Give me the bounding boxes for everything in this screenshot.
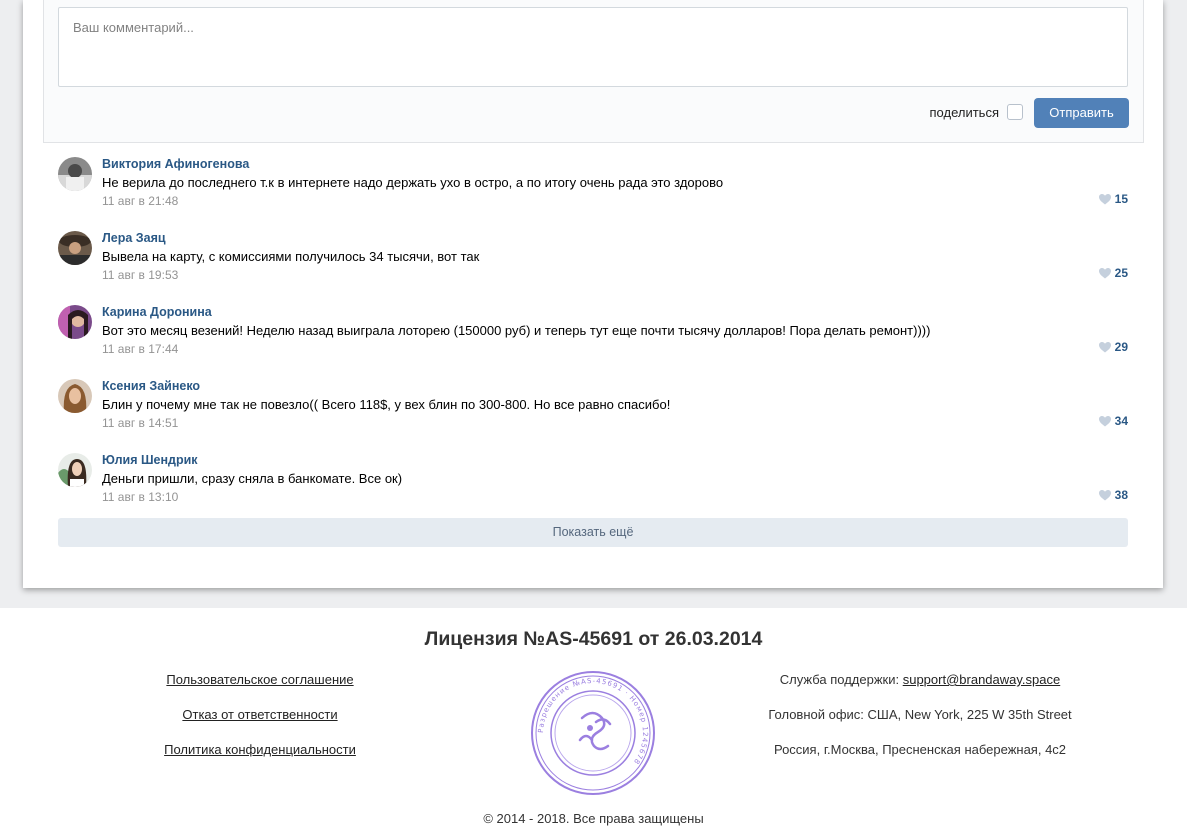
comments-card: поделиться Отправить Виктория Афиногенов… — [23, 0, 1163, 588]
send-button[interactable]: Отправить — [1034, 98, 1129, 128]
comment-list: Виктория Афиногенова Не верила до послед… — [58, 150, 1128, 520]
comment-composer: поделиться Отправить — [43, 0, 1144, 143]
support-email-link[interactable]: support@brandaway.space — [903, 672, 1061, 687]
avatar[interactable] — [58, 157, 92, 191]
comment-input[interactable] — [58, 7, 1128, 87]
heart-icon — [1098, 489, 1111, 500]
avatar[interactable] — [58, 379, 92, 413]
footer: Лицензия №AS-45691 от 26.03.2014 Пользов… — [0, 608, 1187, 834]
share-toggle[interactable]: поделиться — [930, 104, 1023, 120]
like-button[interactable]: 38 — [1098, 488, 1128, 502]
like-button[interactable]: 15 — [1098, 192, 1128, 206]
office-us: Головной офис: США, New York, 225 W 35th… — [768, 707, 1072, 722]
comment-author[interactable]: Виктория Афиногенова — [102, 157, 1128, 172]
support-line: Служба поддержки: support@brandaway.spac… — [730, 671, 1110, 706]
comment-date[interactable]: 11 авг в 17:44 — [102, 341, 1128, 357]
like-count: 34 — [1114, 414, 1128, 428]
disclaimer-link[interactable]: Отказ от ответственности — [110, 706, 410, 741]
share-checkbox[interactable] — [1007, 104, 1023, 120]
like-button[interactable]: 34 — [1098, 414, 1128, 428]
like-count: 15 — [1114, 192, 1128, 206]
like-button[interactable]: 29 — [1098, 340, 1128, 354]
support-label: Служба поддержки: — [779, 672, 903, 687]
comment-item: Ксения Зайнеко Блин у почему мне так не … — [58, 372, 1128, 446]
avatar[interactable] — [58, 305, 92, 339]
avatar[interactable] — [58, 453, 92, 487]
copyright: © 2014 - 2018. Все права защищены — [483, 811, 704, 826]
comment-item: Лера Заяц Вывела на карту, с комиссиями … — [58, 224, 1128, 298]
comment-item: Карина Доронина Вот это месяц везений! Н… — [58, 298, 1128, 372]
show-more-button[interactable]: Показать ещё — [58, 518, 1128, 547]
heart-icon — [1098, 267, 1111, 278]
comment-author[interactable]: Карина Доронина — [102, 305, 1128, 320]
heart-icon — [1098, 415, 1111, 426]
like-button[interactable]: 25 — [1098, 266, 1128, 280]
comment-text: Не верила до последнего т.к в интернете … — [102, 175, 724, 190]
comment-date[interactable]: 11 авг в 14:51 — [102, 415, 1128, 431]
comment-date[interactable]: 11 авг в 13:10 — [102, 489, 1128, 505]
comment-author[interactable]: Юлия Шендрик — [102, 453, 1128, 468]
comment-text: Блин у почему мне так не повезло(( Всего… — [102, 397, 671, 412]
comment-item: Виктория Афиногенова Не верила до послед… — [58, 150, 1128, 224]
comment-author[interactable]: Ксения Зайнеко — [102, 379, 1128, 394]
comment-text: Вывела на карту, с комиссиями получилось… — [102, 249, 480, 264]
privacy-policy-link[interactable]: Политика конфиденциальности — [110, 741, 410, 776]
footer-links: Пользовательское соглашение Отказ от отв… — [110, 671, 410, 776]
license-stamp-icon: Разрешение №AS-45691 · Номер 1245678 — [531, 671, 655, 795]
share-label: поделиться — [929, 104, 999, 120]
like-count: 38 — [1114, 488, 1128, 502]
avatar[interactable] — [58, 231, 92, 265]
comment-text: Вот это месяц везений! Неделю назад выиг… — [102, 323, 931, 338]
comment-date[interactable]: 11 авг в 19:53 — [102, 267, 1128, 283]
office-ru: Россия, г.Москва, Пресненская набережная… — [773, 742, 1067, 757]
footer-contacts: Служба поддержки: support@brandaway.spac… — [730, 671, 1110, 776]
like-count: 25 — [1114, 266, 1128, 280]
comment-date[interactable]: 11 авг в 21:48 — [102, 193, 1128, 209]
like-count: 29 — [1114, 340, 1128, 354]
license-title: Лицензия №AS-45691 от 26.03.2014 — [424, 628, 763, 650]
user-agreement-link[interactable]: Пользовательское соглашение — [110, 671, 410, 706]
comment-text: Деньги пришли, сразу сняла в банкомате. … — [102, 471, 403, 486]
heart-icon — [1098, 341, 1111, 352]
heart-icon — [1098, 193, 1111, 204]
comment-item: Юлия Шендрик Деньги пришли, сразу сняла … — [58, 446, 1128, 520]
comment-author[interactable]: Лера Заяц — [102, 231, 1128, 246]
